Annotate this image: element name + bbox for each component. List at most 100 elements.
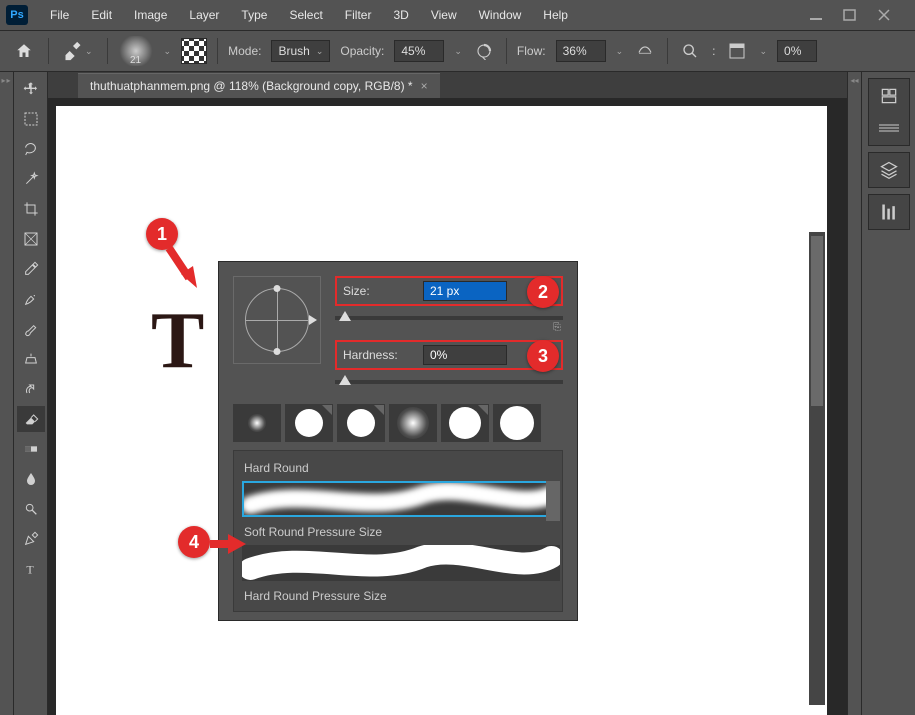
opacity-input[interactable]: 45%	[394, 40, 444, 62]
clone-stamp-tool[interactable]	[17, 346, 45, 372]
minimize-button[interactable]	[809, 8, 823, 22]
brush-size-number: 21	[130, 55, 141, 66]
canvas-content-letter: T	[151, 296, 204, 387]
move-tool[interactable]	[17, 76, 45, 102]
brush-list-item-soft-round[interactable]	[242, 481, 560, 517]
panel-group-1	[868, 78, 910, 146]
menu-filter[interactable]: Filter	[335, 3, 382, 27]
left-collapse-strip[interactable]: ▸▸	[0, 72, 14, 715]
history-brush-tool[interactable]	[17, 376, 45, 402]
annotation-badge-2: 2	[527, 276, 559, 308]
mode-label: Mode:	[228, 44, 261, 58]
options-bar: ⌄ 21 ⌄ Mode: Brush ⌄ Opacity: 45% ⌄ Flow…	[0, 30, 915, 72]
mode-select[interactable]: Brush ⌄	[271, 40, 330, 62]
brush-hardness-input[interactable]	[423, 345, 507, 365]
zoom-pct-input[interactable]: 0%	[777, 40, 817, 62]
mode-value: Brush	[278, 44, 309, 58]
tab-close-button[interactable]: ×	[421, 79, 428, 93]
hardness-slider[interactable]	[335, 380, 563, 384]
eyedropper-tool[interactable]	[17, 256, 45, 282]
chevron-down-icon[interactable]: ⌄	[759, 46, 767, 57]
menu-type[interactable]: Type	[231, 3, 277, 27]
preset-hard-pressure-2[interactable]	[441, 404, 489, 442]
chevron-down-icon: ⌄	[316, 46, 324, 57]
size-slider[interactable]: ⎘	[335, 316, 563, 320]
close-button[interactable]	[877, 8, 891, 22]
workspace: ▸▸ T thuthuatphanmem.png @ 118% (Backgro…	[0, 72, 915, 715]
brush-list-item-label: Hard Round Pressure Size	[242, 585, 560, 609]
right-collapse-strip[interactable]: ◂◂	[847, 72, 861, 715]
panel-group-2	[868, 152, 910, 188]
frame-tool[interactable]	[17, 226, 45, 252]
flip-icon[interactable]: ⎘	[553, 322, 561, 333]
menu-3d[interactable]: 3D	[383, 3, 418, 27]
chevron-down-icon[interactable]: ⌄	[616, 46, 624, 57]
menu-view[interactable]: View	[421, 3, 467, 27]
menu-window[interactable]: Window	[469, 3, 532, 27]
svg-text:T: T	[26, 563, 34, 577]
chevron-down-icon[interactable]: ⌄	[454, 46, 462, 57]
lasso-tool[interactable]	[17, 136, 45, 162]
maximize-button[interactable]	[843, 8, 857, 22]
document-tab[interactable]: thuthuatphanmem.png @ 118% (Background c…	[78, 73, 440, 98]
healing-brush-tool[interactable]	[17, 286, 45, 312]
brush-list-item-hard-round-pressure[interactable]	[242, 545, 560, 581]
annotation-arrow-1	[163, 244, 203, 294]
menu-layer[interactable]: Layer	[179, 3, 229, 27]
preset-hard-large[interactable]	[493, 404, 541, 442]
brush-list-item-label: Hard Round	[242, 457, 560, 481]
flow-label: Flow:	[517, 44, 546, 58]
search-zoom-icon[interactable]	[678, 39, 702, 63]
brush-list-item-label: Soft Round Pressure Size	[242, 521, 560, 545]
brush-settings-toggle[interactable]	[181, 38, 207, 64]
brush-tool[interactable]	[17, 316, 45, 342]
home-button[interactable]	[10, 37, 38, 65]
divider	[48, 38, 49, 64]
crop-tool[interactable]	[17, 196, 45, 222]
divider	[217, 38, 218, 64]
dodge-tool[interactable]	[17, 496, 45, 522]
app-logo: Ps	[6, 5, 28, 25]
opacity-pressure-toggle[interactable]	[472, 39, 496, 63]
adjustments-icon[interactable]	[878, 201, 900, 223]
menu-file[interactable]: File	[40, 3, 79, 27]
annotation-badge-4: 4	[178, 526, 210, 558]
preset-soft-small[interactable]	[233, 404, 281, 442]
airbrush-toggle[interactable]	[633, 39, 657, 63]
type-tool[interactable]: T	[17, 556, 45, 582]
window-controls	[809, 8, 909, 22]
chevron-down-icon: ⌄	[85, 46, 93, 57]
brush-list: Hard Round Soft Round Pressure Size Hard	[233, 450, 563, 612]
right-panel-dock	[861, 72, 915, 715]
menu-bar: Ps File Edit Image Layer Type Select Fil…	[0, 0, 915, 30]
layers-icon[interactable]	[878, 159, 900, 181]
menu-image[interactable]: Image	[124, 3, 177, 27]
libraries-icon[interactable]	[878, 85, 900, 107]
brush-size-input[interactable]	[423, 281, 507, 301]
chevron-down-icon[interactable]: ⌄	[164, 46, 172, 57]
panel-group-3	[868, 194, 910, 230]
menu-select[interactable]: Select	[279, 3, 332, 27]
grid-lines-icon[interactable]	[878, 117, 900, 139]
flow-input[interactable]: 36%	[556, 40, 606, 62]
view-thumb-icon[interactable]	[725, 39, 749, 63]
document-tab-title: thuthuatphanmem.png @ 118% (Background c…	[90, 79, 413, 93]
brush-angle-control[interactable]	[233, 276, 321, 364]
magic-wand-tool[interactable]	[17, 166, 45, 192]
gradient-tool[interactable]	[17, 436, 45, 462]
size-label: Size:	[343, 284, 413, 298]
pen-tool[interactable]	[17, 526, 45, 552]
preset-soft-large[interactable]	[389, 404, 437, 442]
preset-hard-pressure[interactable]	[337, 404, 385, 442]
marquee-tool[interactable]	[17, 106, 45, 132]
canvas-vertical-scrollbar[interactable]	[809, 232, 825, 705]
menu-edit[interactable]: Edit	[81, 3, 122, 27]
canvas[interactable]: T 1 4	[56, 106, 827, 715]
blur-tool[interactable]	[17, 466, 45, 492]
tool-preset-picker[interactable]: ⌄	[59, 39, 97, 63]
eraser-tool[interactable]	[17, 406, 45, 432]
brush-list-scrollbar[interactable]	[546, 481, 560, 521]
menu-help[interactable]: Help	[533, 3, 578, 27]
brush-preset-picker[interactable]: 21	[118, 36, 154, 66]
preset-hard-small[interactable]	[285, 404, 333, 442]
